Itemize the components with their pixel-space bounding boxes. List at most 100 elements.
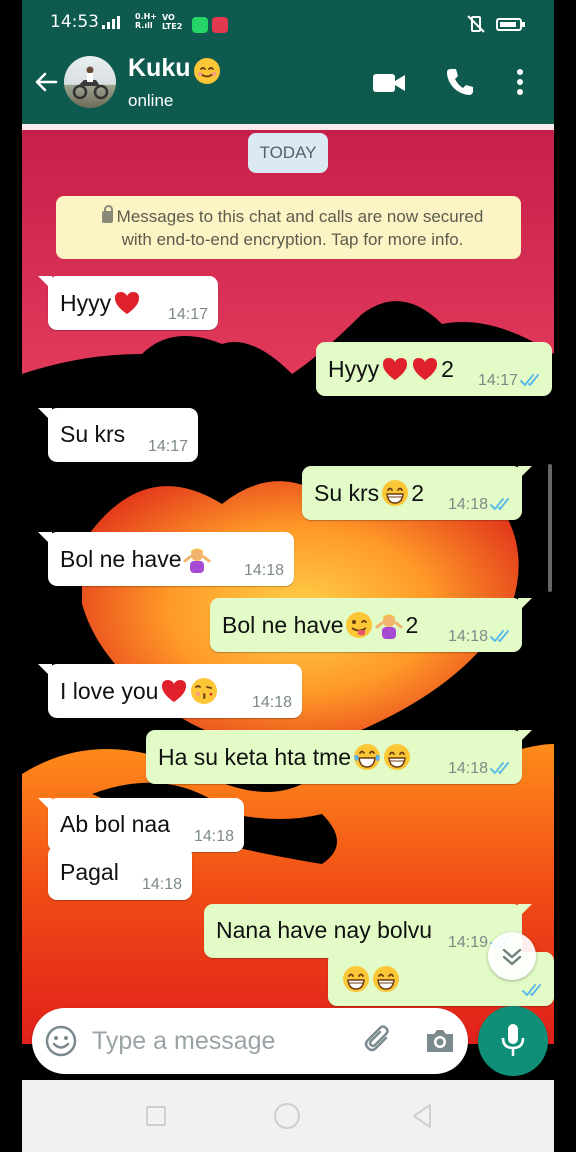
message-text: Bol ne have xyxy=(60,545,211,573)
incoming-message[interactable]: Bol ne have 14:18 xyxy=(38,532,294,586)
red-heart-emoji-icon xyxy=(411,355,439,383)
emoji-icon[interactable] xyxy=(44,1024,78,1058)
red-heart-emoji-icon xyxy=(113,289,141,317)
message-text: Pagal xyxy=(60,859,119,886)
lock-icon xyxy=(101,205,113,223)
smiling-face-icon xyxy=(194,58,220,84)
message-text: I love you xyxy=(60,677,218,705)
chat-scrollbar[interactable] xyxy=(548,464,552,592)
message-time: 14:18 xyxy=(447,760,488,777)
red-heart-emoji-icon xyxy=(381,355,409,383)
recents-nav-icon[interactable] xyxy=(146,1106,166,1126)
message-time: 14:19 xyxy=(447,934,488,951)
signal-icon xyxy=(102,16,120,29)
network-type-label: 0.H+ R.ıll xyxy=(135,12,158,30)
message-text: Su krs 2 xyxy=(314,479,424,507)
mic-button[interactable] xyxy=(478,1006,548,1076)
grinning-face-emoji-icon xyxy=(342,965,370,993)
encryption-notice-line1: Messages to this chat and calls are now … xyxy=(116,207,484,226)
message-time: 14:18 xyxy=(141,876,182,893)
contact-avatar[interactable] xyxy=(64,56,116,108)
message-text: Bol ne have 2 xyxy=(222,611,418,639)
tears-of-joy-emoji-icon xyxy=(353,743,381,771)
vibrate-mute-icon xyxy=(467,15,485,33)
attach-icon[interactable] xyxy=(362,1024,396,1058)
battery-icon xyxy=(496,18,525,31)
encryption-notice-line2: with end-to-end encryption. Tap for more… xyxy=(121,230,464,249)
incoming-message[interactable]: Su krs 14:17 xyxy=(38,408,198,462)
chat-divider xyxy=(22,124,554,130)
message-time: 14:18 xyxy=(447,628,488,645)
more-vert-icon[interactable] xyxy=(510,66,530,98)
person-shrugging-emoji-icon xyxy=(183,545,211,573)
mic-icon xyxy=(501,1024,525,1056)
grinning-face-emoji-icon xyxy=(372,965,400,993)
scroll-to-bottom-button[interactable] xyxy=(488,932,536,980)
message-input[interactable] xyxy=(92,1022,352,1060)
incoming-message[interactable]: I love you 14:18 xyxy=(38,664,302,718)
camera-icon[interactable] xyxy=(424,1026,456,1056)
tongue-face-emoji-icon xyxy=(345,611,373,639)
chat-header: Kuku online xyxy=(22,46,554,124)
message-text-content: Su krs xyxy=(60,421,126,447)
message-time: 14:17 xyxy=(477,372,518,389)
volte-label: VO LTE2 xyxy=(162,13,183,31)
message-text: Nana have nay bolvu xyxy=(216,917,432,944)
encryption-notice[interactable]: Messages to this chat and calls are now … xyxy=(56,196,521,259)
message-time: 14:18 xyxy=(243,562,284,579)
outgoing-message[interactable]: Ha su keta hta tme 14:18 xyxy=(146,730,532,784)
double-check-read-icon xyxy=(490,762,509,774)
message-text-content: Ha su keta hta tme xyxy=(158,743,352,770)
double-check-read-icon xyxy=(522,984,541,996)
voice-call-icon[interactable] xyxy=(444,66,474,98)
screen-recorder-icon xyxy=(212,17,228,33)
contact-status: online xyxy=(128,91,174,110)
grinning-face-emoji-icon xyxy=(381,479,409,507)
message-text-content: Pagal xyxy=(60,859,119,885)
double-check-read-icon xyxy=(490,498,509,510)
message-suffix: 2 xyxy=(411,479,424,506)
contact-name[interactable]: Kuku xyxy=(128,54,191,83)
incoming-message[interactable]: Hyyy 14:17 xyxy=(38,276,218,330)
message-text: Ab bol naa xyxy=(60,811,170,838)
double-chevron-down-icon xyxy=(502,948,522,966)
message-text-content: Ab bol naa xyxy=(60,811,170,837)
message-time: 14:18 xyxy=(251,694,292,711)
grinning-face-emoji-icon xyxy=(383,743,411,771)
message-text: Hyyy xyxy=(60,289,141,317)
chat-area[interactable]: TODAY Messages to this chat and calls ar… xyxy=(22,124,554,1044)
message-time: 14:17 xyxy=(147,438,188,455)
message-time: 14:18 xyxy=(447,496,488,513)
message-time: 14:17 xyxy=(167,306,208,323)
message-time: 14:18 xyxy=(193,828,234,845)
incoming-message[interactable]: Ab bol naa 14:18 xyxy=(38,798,244,852)
message-text-content: I love you xyxy=(60,677,159,704)
message-composer xyxy=(32,1008,468,1074)
whatsapp-notification-icon xyxy=(192,17,208,33)
message-text-content: Bol ne have xyxy=(60,545,182,572)
back-arrow-icon[interactable] xyxy=(32,68,60,96)
outgoing-message[interactable]: Su krs 2 14:18 xyxy=(302,466,532,520)
outgoing-message[interactable]: Nana have nay bolvu 14:19 xyxy=(204,904,532,958)
back-nav-icon[interactable] xyxy=(410,1103,434,1129)
outgoing-message[interactable]: Hyyy 2 14:17 xyxy=(316,342,552,396)
message-text: Ha su keta hta tme xyxy=(158,743,411,771)
kissing-face-emoji-icon xyxy=(190,677,218,705)
outgoing-message[interactable]: Bol ne have 2 14:18 xyxy=(210,598,532,652)
double-check-read-icon xyxy=(520,374,539,386)
status-bar: 14:53 0.H+ R.ıll VO LTE2 xyxy=(22,0,554,46)
message-suffix: 2 xyxy=(405,611,419,638)
message-text: Hyyy 2 xyxy=(328,355,454,383)
message-text: Su krs xyxy=(60,421,125,448)
system-nav-bar xyxy=(22,1080,554,1152)
incoming-message[interactable]: Pagal 14:18 xyxy=(48,846,192,900)
message-text xyxy=(340,965,400,993)
red-heart-emoji-icon xyxy=(160,677,188,705)
avatar-motorbike-image xyxy=(72,66,109,100)
message-suffix: 2 xyxy=(441,355,454,382)
home-nav-icon[interactable] xyxy=(274,1103,300,1129)
message-text-content: Su krs xyxy=(314,479,380,506)
message-text-content: Hyyy xyxy=(328,355,380,382)
video-call-icon[interactable] xyxy=(372,70,406,96)
phone-screen: 14:53 0.H+ R.ıll VO LTE2 Kuku online TOD… xyxy=(22,0,554,1152)
